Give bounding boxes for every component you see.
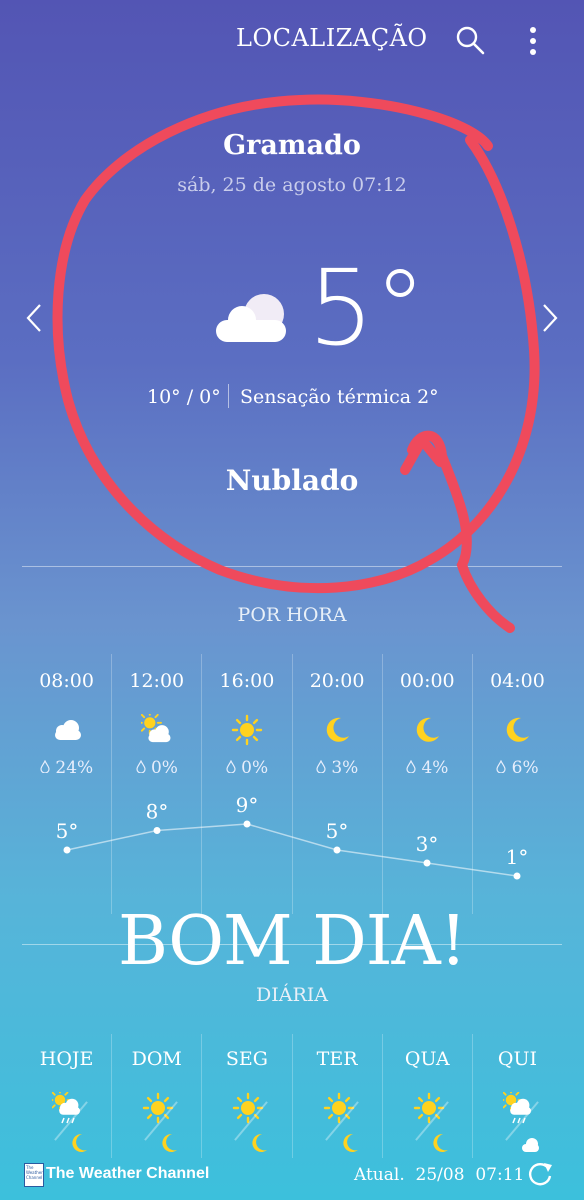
rain-probability: 24% [22,758,111,778]
moon-icon [433,1133,448,1152]
rain-probability: 0% [202,758,291,778]
temperature-point [423,859,431,867]
weather-condition: Nublado [225,464,359,497]
location-title[interactable]: LOCALIZAÇÃO [236,24,428,52]
moon-icon [72,1133,87,1152]
temperature-label: 5° [326,819,349,843]
hour-time: 08:00 [39,670,94,692]
day-name: QUI [497,1048,537,1070]
moon-icon [252,1133,268,1152]
hour-time: 12:00 [129,670,185,692]
next-location-arrow-icon[interactable] [540,302,560,334]
temperature-point [333,846,341,854]
bom-dia-text: BOM DIA! [117,902,467,981]
raindrop-icon [316,758,326,778]
temperature-point [513,872,521,880]
rain-probability: 4% [383,758,472,778]
temperature-label: 3° [416,832,439,856]
search-icon[interactable] [455,25,485,55]
day-name: DOM [131,1048,182,1070]
day-column[interactable]: TER [291,1034,382,1158]
refresh-icon[interactable] [526,1160,554,1188]
cloud-icon [54,720,81,740]
day-name: QUA [404,1048,450,1070]
rain-value: 4% [421,758,449,778]
raindrop-icon [226,758,236,778]
raindrop-icon [406,758,416,778]
temperature-label: 1° [506,845,529,869]
hourly-section-label: POR HORA [237,604,347,626]
sun-icon [231,714,263,746]
raindrop-icon [496,758,506,778]
daily-section-label: DIÁRIA [256,984,328,1006]
temperature-point [153,827,161,834]
rain-probability: 3% [293,758,382,778]
hour-time: 04:00 [490,670,545,692]
moon-icon [417,717,440,742]
rain-value: 24% [55,758,94,778]
day-column[interactable]: QUI [471,1034,562,1158]
temperature-label: 5° [56,819,79,843]
hourly-temperature-graph: 5° 8° 9° 5° 3° 1° [56,793,529,880]
current-datetime: sáb, 25 de agosto 07:12 [177,174,407,196]
temperature-label: 9° [236,793,259,817]
day-column[interactable]: QUA [381,1034,472,1158]
more-vertical-icon[interactable] [526,24,540,58]
rain-probability: 6% [473,758,562,778]
day-name: SEG [225,1048,268,1070]
feels-like: Sensação térmica 2° [240,386,439,408]
day-name: HOJE [39,1048,94,1070]
temperature-range: 10° / 0° [147,386,221,408]
raindrop-icon [135,758,146,778]
hour-time: 16:00 [219,670,275,692]
previous-location-arrow-icon[interactable] [24,302,44,334]
moon-icon [507,717,530,742]
rain-value: 6% [511,758,539,778]
cloud-icon [216,294,286,342]
cloud-icon [521,1138,539,1152]
temperature-point [243,820,251,828]
day-name: TER [316,1048,358,1070]
weather-channel-logo[interactable]: The Weather Channel [24,1163,44,1187]
moon-icon [326,717,350,742]
moon-icon [342,1133,358,1152]
moon-icon [162,1133,178,1152]
temperature-label: 8° [146,800,169,824]
raindrop-icon [40,758,50,778]
red-scribble-annotation [52,94,540,633]
rain-value: 3% [331,758,359,778]
temperature-line [66,823,518,877]
divider [22,944,562,945]
rain-probability: 0% [112,758,201,778]
sun-cloud-icon [140,714,171,743]
hour-time: 20:00 [309,670,365,692]
daily-forecast: HOJE DOM SEG TER QUA QUI [22,1034,562,1158]
current-temperature: 5° [308,247,427,369]
divider [22,566,562,567]
range-separator [228,384,229,408]
rain-value: 0% [241,758,269,778]
hour-time: 00:00 [399,670,455,692]
sun-icon [323,1092,354,1124]
day-column[interactable]: DOM [111,1034,201,1158]
day-column[interactable]: SEG [201,1034,291,1158]
city-name: Gramado [223,130,361,161]
day-column[interactable]: HOJE [22,1034,111,1158]
last-updated: Atual. 25/08 07:11 [354,1165,525,1185]
provider-name[interactable]: The Weather Channel [46,1165,209,1183]
rain-value: 0% [150,758,178,778]
temperature-point [63,846,71,854]
